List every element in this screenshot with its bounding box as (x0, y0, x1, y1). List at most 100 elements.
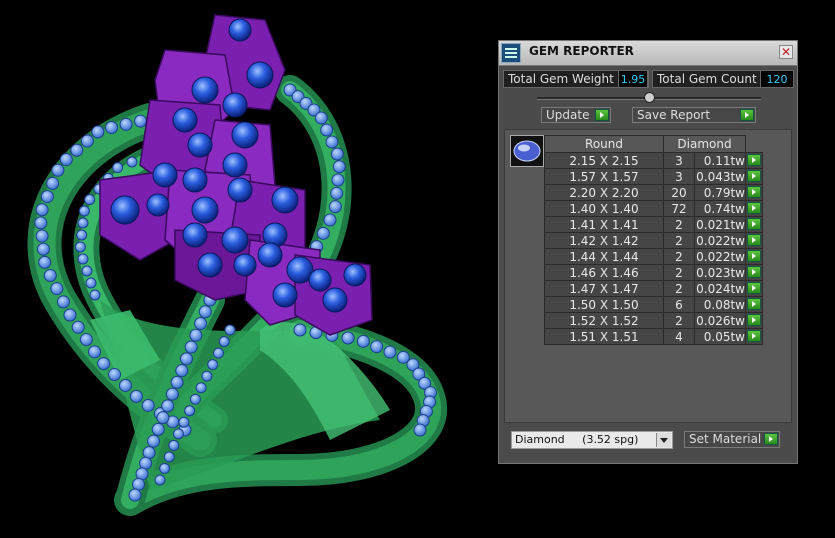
row-go-icon[interactable] (747, 186, 761, 198)
row-select-cell[interactable] (745, 152, 763, 169)
table-row[interactable]: 1.42 X 1.42 2 0.022tw (544, 232, 763, 249)
pave-gem (293, 323, 307, 337)
pave-gem (74, 241, 86, 253)
pave-gem (36, 242, 50, 256)
pave-gem (320, 123, 334, 137)
row-go-icon[interactable] (747, 154, 761, 166)
close-button[interactable]: ✕ (779, 45, 793, 59)
center-gem (182, 222, 208, 248)
pave-gem (85, 277, 97, 289)
table-row[interactable]: 1.46 X 1.46 2 0.023tw (544, 264, 763, 281)
pave-gem (332, 160, 346, 174)
save-report-label: Save Report (637, 108, 711, 122)
material-select-value: Diamond (3.52 spg) (515, 433, 639, 446)
row-go-icon[interactable] (747, 330, 761, 342)
pave-gem (126, 156, 138, 168)
gem-size: 1.40 X 1.40 (544, 200, 664, 217)
row-select-cell[interactable] (745, 216, 763, 233)
pave-gem (80, 134, 94, 148)
row-go-icon[interactable] (747, 266, 761, 278)
pave-gem (35, 229, 49, 243)
pave-gem (341, 331, 355, 345)
chevron-down-icon[interactable] (656, 433, 671, 447)
table-row[interactable]: 1.51 X 1.51 4 0.05tw (544, 328, 763, 345)
total-gem-weight-value: 1.95 (618, 70, 648, 88)
pave-gem (40, 190, 54, 204)
gem-quantity: 6 (663, 296, 695, 313)
table-row[interactable]: 2.20 X 2.20 20 0.79tw (544, 184, 763, 201)
gem-weight: 0.79tw (694, 184, 746, 201)
pave-gem (189, 328, 203, 342)
pave-gem (172, 428, 184, 440)
3d-viewport[interactable] (0, 0, 498, 538)
material-select[interactable]: Diamond (3.52 spg) (511, 431, 673, 449)
title-bar[interactable]: GEM REPORTER ✕ (499, 41, 797, 66)
round-gem-thumbnail-icon[interactable] (510, 135, 544, 167)
row-go-icon[interactable] (747, 170, 761, 182)
slider-thumb[interactable] (644, 92, 655, 103)
table-row[interactable]: 1.40 X 1.40 72 0.74tw (544, 200, 763, 217)
row-select-cell[interactable] (745, 264, 763, 281)
gem-quantity: 4 (663, 328, 695, 345)
row-go-icon[interactable] (747, 298, 761, 310)
pave-gem (46, 176, 60, 190)
gem-quantity: 2 (663, 232, 695, 249)
pave-gem (159, 462, 171, 474)
gem-weight: 0.11tw (694, 152, 746, 169)
pave-gem (356, 334, 370, 348)
pave-gem (151, 422, 165, 436)
center-gem (172, 107, 198, 133)
update-button[interactable]: Update (541, 107, 611, 123)
pave-gem (218, 336, 230, 348)
pave-gem (184, 340, 198, 354)
save-report-button[interactable]: Save Report (632, 107, 756, 123)
pave-gem (154, 474, 166, 486)
gem-quantity: 20 (663, 184, 695, 201)
pave-gem (112, 162, 124, 174)
row-select-cell[interactable] (745, 200, 763, 217)
pave-gem (108, 368, 122, 382)
gem-reporter-app-icon (501, 43, 521, 63)
center-gem (222, 92, 248, 118)
row-go-icon[interactable] (747, 234, 761, 246)
row-select-cell[interactable] (745, 312, 763, 329)
table-row[interactable]: 1.47 X 1.47 2 0.024tw (544, 280, 763, 297)
row-select-cell[interactable] (745, 168, 763, 185)
row-go-icon[interactable] (747, 314, 761, 326)
pave-gem (314, 111, 328, 125)
row-select-cell[interactable] (745, 296, 763, 313)
gem-weight: 0.022tw (694, 248, 746, 265)
pave-gem (328, 200, 342, 214)
pave-gem (207, 359, 219, 371)
table-row[interactable]: 1.50 X 1.50 6 0.08tw (544, 296, 763, 313)
pave-gem (179, 352, 193, 366)
row-select-cell[interactable] (745, 184, 763, 201)
gem-size: 1.57 X 1.57 (544, 168, 664, 185)
row-go-icon[interactable] (747, 202, 761, 214)
pave-gem (184, 405, 196, 417)
set-material-go-icon[interactable] (764, 433, 778, 445)
update-go-icon[interactable] (595, 109, 609, 121)
row-select-cell[interactable] (745, 280, 763, 297)
table-row[interactable]: 1.41 X 1.41 2 0.021tw (544, 216, 763, 233)
table-row[interactable]: 1.44 X 1.44 2 0.022tw (544, 248, 763, 265)
table-row[interactable]: 2.15 X 2.15 3 0.11tw (544, 152, 763, 169)
save-report-go-icon[interactable] (740, 109, 754, 121)
table-row[interactable]: 1.57 X 1.57 3 0.043tw (544, 168, 763, 185)
gem-size: 2.20 X 2.20 (544, 184, 664, 201)
row-go-icon[interactable] (747, 250, 761, 262)
row-select-cell[interactable] (745, 328, 763, 345)
gem-quantity: 2 (663, 248, 695, 265)
gem-size: 2.15 X 2.15 (544, 152, 664, 169)
set-material-button[interactable]: Set Material (684, 431, 780, 448)
table-row[interactable]: 1.52 X 1.52 2 0.026tw (544, 312, 763, 329)
pave-gem (105, 120, 119, 134)
center-gem (272, 282, 298, 308)
row-select-cell[interactable] (745, 248, 763, 265)
pave-gem (224, 324, 236, 336)
row-select-cell[interactable] (745, 232, 763, 249)
row-go-icon[interactable] (747, 282, 761, 294)
gem-quantity: 2 (663, 280, 695, 297)
gem-weight: 0.05tw (694, 328, 746, 345)
row-go-icon[interactable] (747, 218, 761, 230)
